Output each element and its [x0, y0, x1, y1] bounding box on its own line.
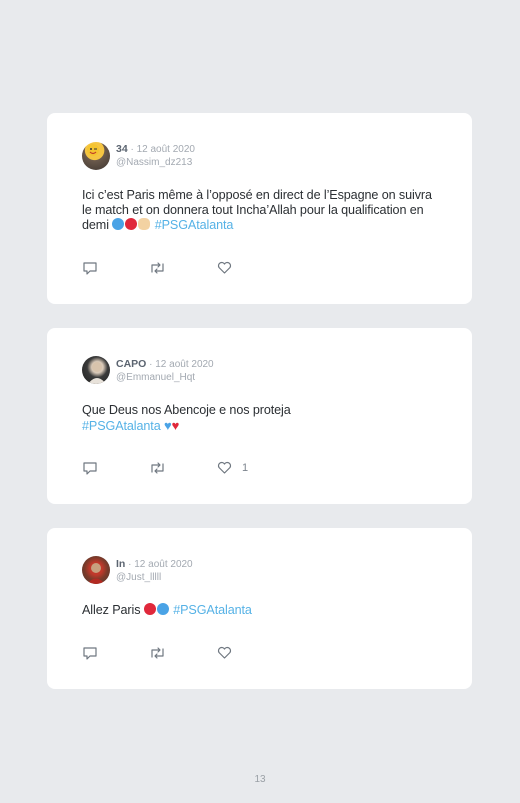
tweet-card: CAPO · 12 août 2020 @Emmanuel_Hqt Que De… [47, 328, 472, 504]
blue-heart-emoji-icon: ♥ [164, 418, 172, 433]
tweet-date: 12 août 2020 [134, 559, 193, 570]
retweet-icon [151, 647, 164, 659]
reply-icon [83, 262, 97, 275]
blue-circle-emoji-icon [112, 218, 125, 230]
hashtag-link[interactable]: #PSGAtalanta [173, 603, 252, 617]
red-circle-emoji-icon [125, 218, 138, 230]
tweet-card: 34 · 12 août 2020 @Nassim_dz213 Ici c’es… [47, 113, 472, 304]
separator: · [127, 144, 137, 155]
person-photo-icon [88, 362, 106, 384]
user-name[interactable]: 34 [116, 143, 128, 155]
retweet-button[interactable] [149, 461, 166, 475]
tweet-actions [82, 261, 282, 275]
like-count: 1 [242, 462, 249, 474]
tweet-text: Allez Paris [82, 603, 141, 617]
user-handle[interactable]: @Just_lllll [116, 571, 193, 584]
praying-hands-emoji-icon [138, 218, 151, 230]
like-button[interactable] [217, 646, 242, 660]
tweet-actions [82, 646, 282, 660]
user-name[interactable]: CAPO [116, 358, 146, 370]
tweet-text: Que Deus nos Abencoje e nos proteja [82, 403, 291, 417]
heart-icon [217, 461, 232, 474]
tweet-date: 12 août 2020 [136, 144, 195, 155]
separator: · [146, 359, 156, 370]
user-handle[interactable]: @Nassim_dz213 [116, 156, 195, 169]
reply-icon [83, 462, 97, 475]
retweet-icon [151, 462, 164, 474]
retweet-button[interactable] [149, 261, 166, 275]
avatar[interactable] [82, 356, 110, 384]
hashtag-link[interactable]: #PSGAtalanta [82, 419, 161, 433]
avatar[interactable] [82, 556, 110, 584]
reply-button[interactable] [82, 461, 98, 475]
hashtag-link[interactable]: #PSGAtalanta [155, 218, 234, 232]
tweet-text-container: Ici c’est Paris même à l’opposé en direc… [82, 188, 442, 233]
red-circle-emoji-icon [143, 603, 156, 615]
like-button[interactable]: 1 [217, 461, 248, 475]
tweet-text-container: Que Deus nos Abencoje e nos proteja #PSG… [82, 403, 442, 434]
separator: · [125, 559, 135, 570]
winking-face-icon [87, 144, 99, 156]
tweet-card: In · 12 août 2020 @Just_lllll Allez Pari… [47, 528, 472, 689]
retweet-icon [151, 262, 164, 274]
tweet-text-container: Allez Paris #PSGAtalanta [82, 603, 442, 618]
person-photo-icon [87, 563, 105, 584]
heart-icon [217, 261, 232, 274]
blue-circle-emoji-icon [156, 603, 169, 615]
user-name[interactable]: In [116, 558, 125, 570]
like-button[interactable] [217, 261, 242, 275]
retweet-button[interactable] [149, 646, 166, 660]
reply-button[interactable] [82, 261, 98, 275]
red-heart-emoji-icon: ♥ [171, 418, 180, 433]
heart-icon [217, 646, 232, 659]
tweet-date: 12 août 2020 [155, 359, 214, 370]
tweet-actions: 1 [82, 461, 282, 475]
reply-button[interactable] [82, 646, 98, 660]
avatar[interactable] [82, 142, 110, 170]
page-number: 13 [254, 774, 266, 785]
reply-icon [83, 647, 97, 660]
user-handle[interactable]: @Emmanuel_Hqt [116, 371, 214, 384]
